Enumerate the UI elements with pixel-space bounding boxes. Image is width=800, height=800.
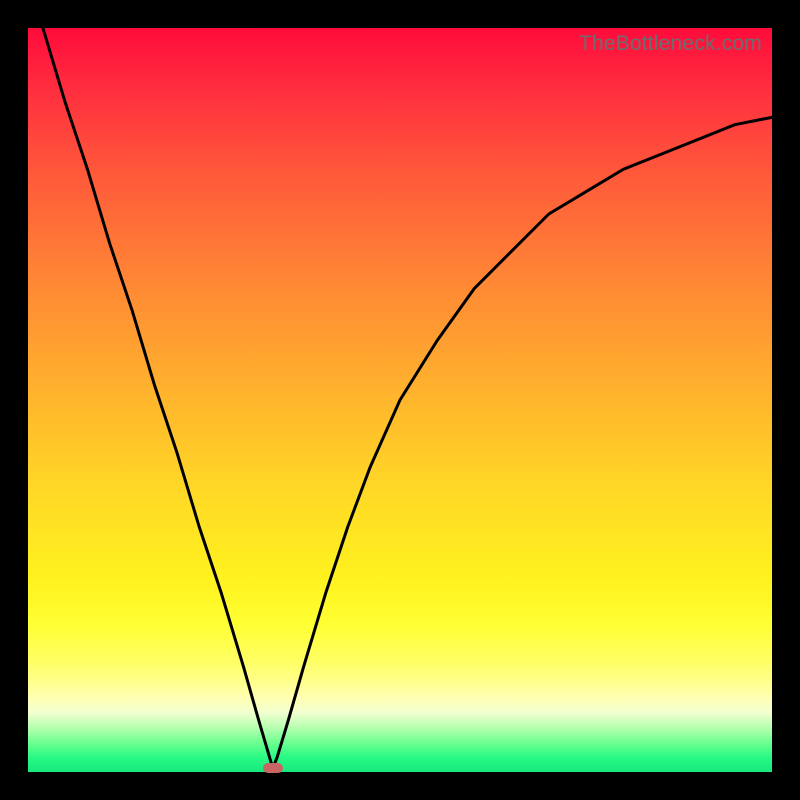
plot-area: TheBottleneck.com	[28, 28, 772, 772]
bottleneck-curve	[28, 28, 772, 772]
optimal-point-marker	[263, 763, 283, 773]
chart-frame: TheBottleneck.com	[0, 0, 800, 800]
